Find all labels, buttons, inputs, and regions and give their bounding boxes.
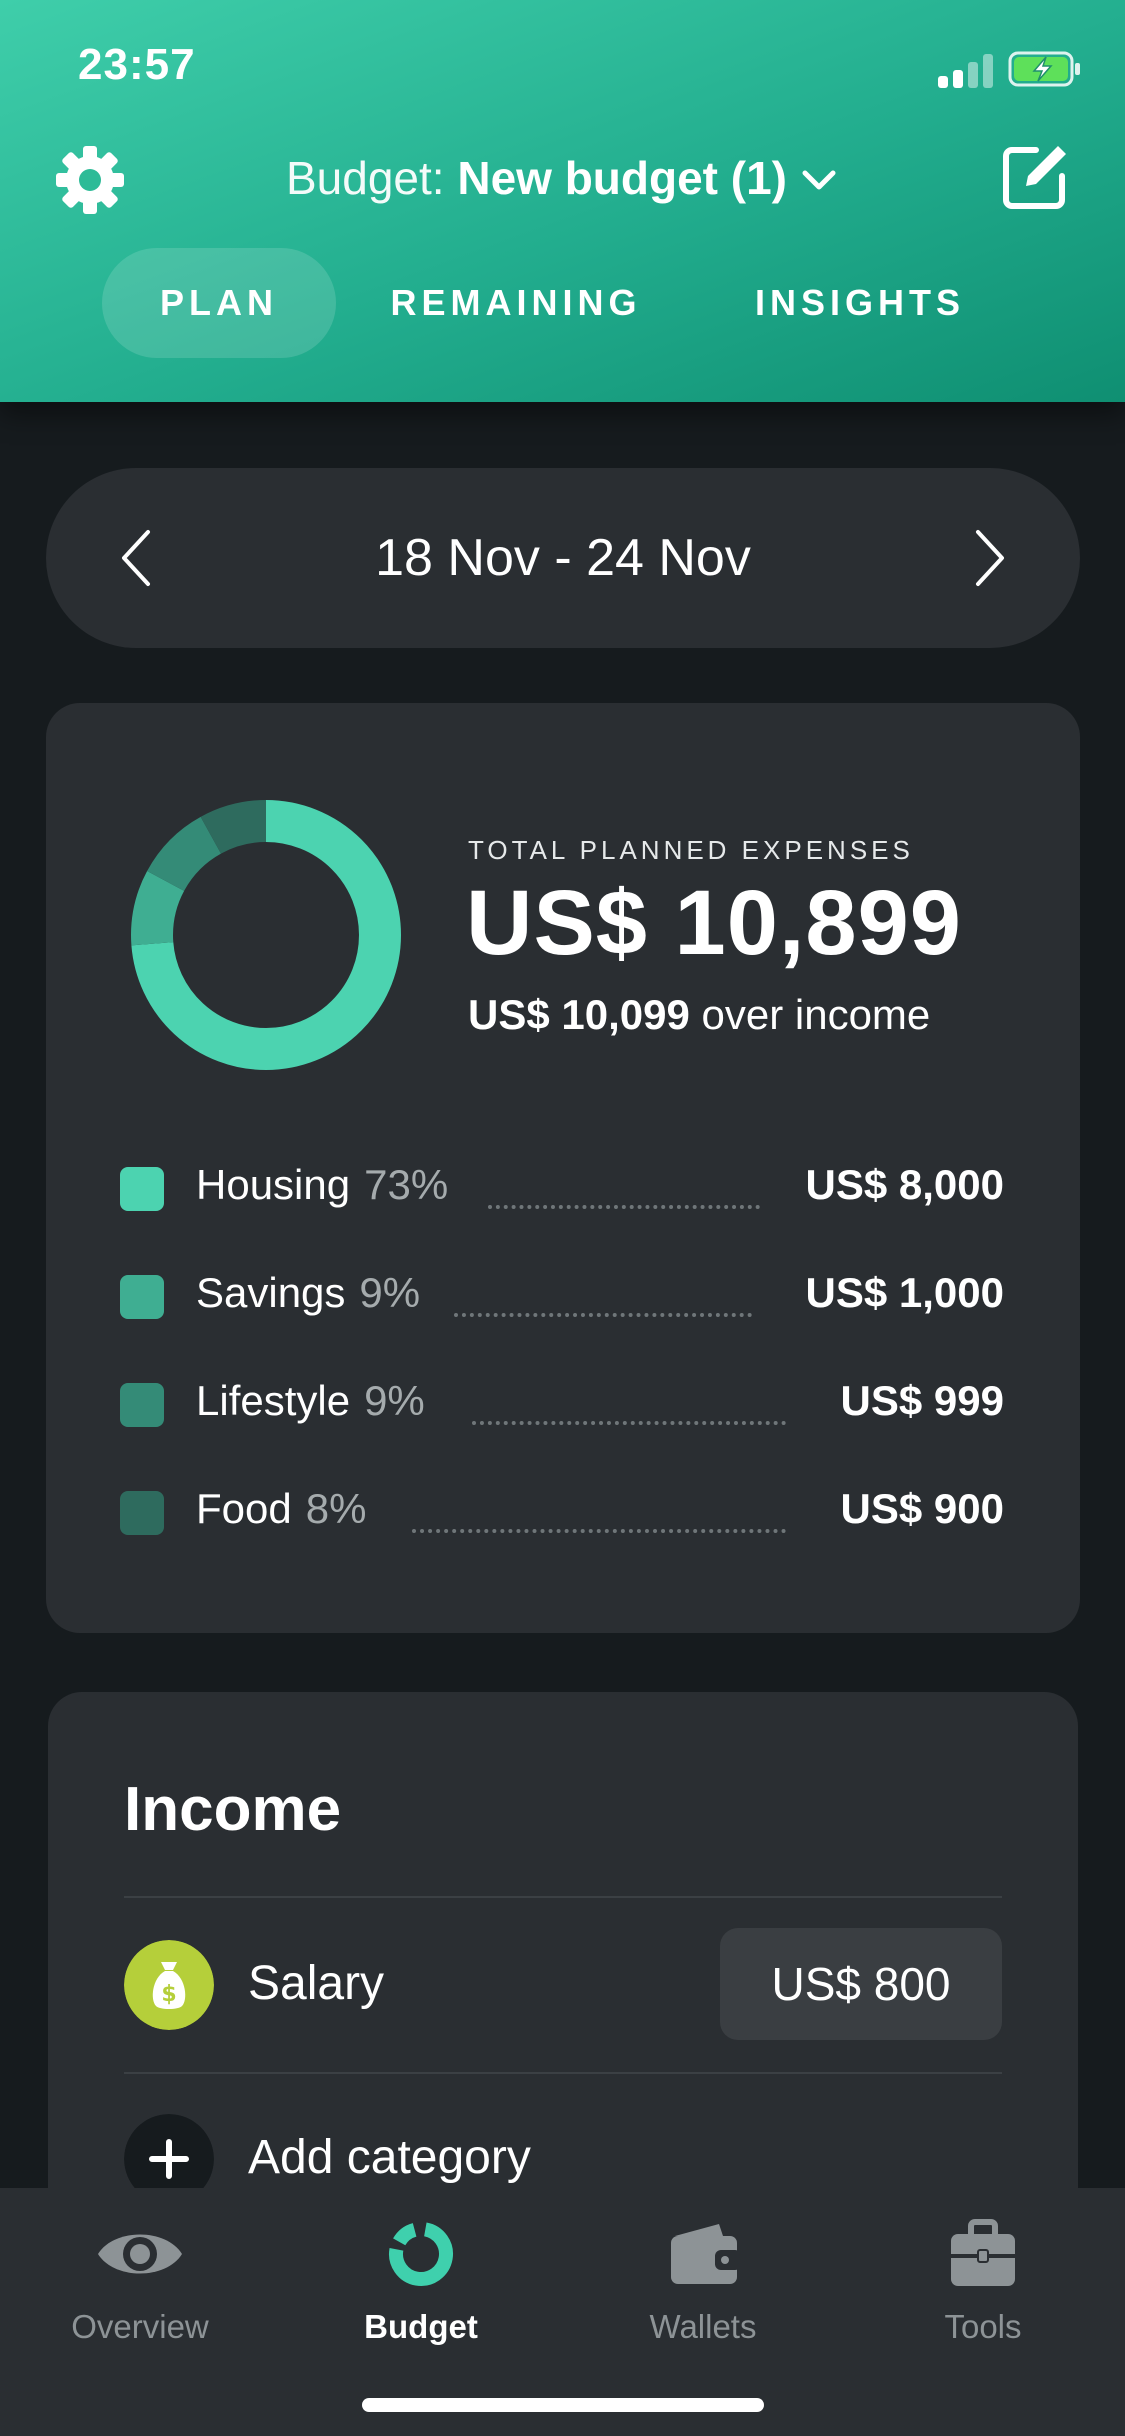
nav-overview[interactable]: Overview [25, 2214, 255, 2346]
wallet-icon [671, 2224, 741, 2284]
total-planned-label: TOTAL PLANNED EXPENSES [468, 835, 914, 865]
category-row-food[interactable]: Food 8% US$ 900 [120, 1479, 1004, 1539]
category-name-text: Food [196, 1485, 292, 1532]
category-name-savings: Savings 9% [196, 1269, 420, 1317]
nav-label: Budget [364, 2308, 478, 2345]
leader-dots [488, 1179, 760, 1209]
briefcase-icon [951, 2219, 1015, 2286]
chevron-down-icon [802, 170, 836, 190]
tab-remaining[interactable]: REMAINING [376, 248, 656, 358]
expenses-donut-chart [131, 800, 401, 1070]
nav-label: Overview [71, 2308, 209, 2345]
leader-dots [472, 1395, 786, 1425]
edit-icon[interactable] [996, 140, 1072, 216]
tab-insights[interactable]: INSIGHTS [740, 248, 980, 358]
date-range-label: 18 Nov - 24 Nov [375, 529, 751, 587]
budget-title-prefix: Budget: [285, 152, 458, 204]
income-amount-input[interactable]: US$ 800 [720, 1928, 1002, 2040]
money-bag-icon: $ [124, 1940, 214, 2030]
category-percent: 73% [364, 1161, 449, 1208]
category-percent: 9% [359, 1269, 421, 1316]
leader-dots [454, 1287, 752, 1317]
tab-plan[interactable]: PLAN [102, 248, 336, 358]
nav-label: Tools [944, 2308, 1022, 2345]
category-amount: US$ 900 [840, 1485, 1004, 1532]
income-label: Salary [248, 1957, 385, 2010]
category-row-savings[interactable]: Savings 9% US$ 1,000 [120, 1263, 1004, 1323]
home-indicator [362, 2398, 764, 2412]
leader-dots [412, 1503, 786, 1533]
category-name-lifestyle: Lifestyle 9% [196, 1377, 425, 1425]
category-percent: 9% [364, 1377, 425, 1424]
nav-label: Wallets [649, 2308, 757, 2345]
app-header: 23:57 Budget: New budget (1) PLAN REMAIN… [0, 0, 1125, 402]
cellular-signal-icon [938, 54, 994, 88]
status-time: 23:57 [78, 40, 196, 89]
divider [124, 1896, 1002, 1898]
divider [124, 2072, 1002, 2074]
battery-charging-icon [1008, 51, 1080, 87]
over-income-suffix: over income [689, 991, 931, 1038]
eye-icon [98, 2234, 182, 2274]
nav-budget[interactable]: Budget [306, 2214, 536, 2346]
category-row-lifestyle[interactable]: Lifestyle 9% US$ 999 [120, 1371, 1004, 1431]
category-amount: US$ 8,000 [805, 1161, 1004, 1208]
nav-wallets[interactable]: Wallets [588, 2214, 818, 2346]
category-color-swatch [120, 1383, 164, 1427]
category-percent: 8% [305, 1485, 367, 1532]
over-income-text: US$ 10,099 over income [468, 991, 930, 1039]
category-color-swatch [120, 1275, 164, 1319]
category-name-text: Savings [196, 1269, 346, 1316]
next-period-chevron-icon[interactable] [956, 528, 1016, 588]
category-name-food: Food 8% [196, 1485, 366, 1533]
planned-expenses-card: TOTAL PLANNED EXPENSES US$ 10,899 US$ 10… [46, 703, 1080, 1633]
budget-name: New budget (1) [457, 152, 788, 204]
nav-tools[interactable]: Tools [868, 2214, 1098, 2346]
category-row-housing[interactable]: Housing 73% US$ 8,000 [120, 1155, 1004, 1215]
category-name-text: Lifestyle [196, 1377, 351, 1424]
budget-selector[interactable]: Budget: New budget (1) [0, 148, 1125, 208]
budget-donut-icon [389, 2222, 453, 2286]
svg-text:$: $ [161, 1982, 176, 2007]
category-color-swatch [120, 1491, 164, 1535]
category-name-text: Housing [196, 1161, 351, 1208]
over-income-amount: US$ 10,099 [468, 991, 690, 1038]
income-title: Income [124, 1775, 342, 1844]
total-planned-value: US$ 10,899 [466, 872, 962, 974]
category-name-housing: Housing 73% [196, 1161, 448, 1209]
date-range-selector: 18 Nov - 24 Nov [46, 468, 1080, 648]
view-tabs: PLAN REMAINING INSIGHTS [0, 248, 1125, 358]
category-amount: US$ 1,000 [805, 1269, 1004, 1316]
category-amount: US$ 999 [840, 1377, 1004, 1424]
category-color-swatch [120, 1167, 164, 1211]
add-category-label: Add category [248, 2131, 531, 2184]
